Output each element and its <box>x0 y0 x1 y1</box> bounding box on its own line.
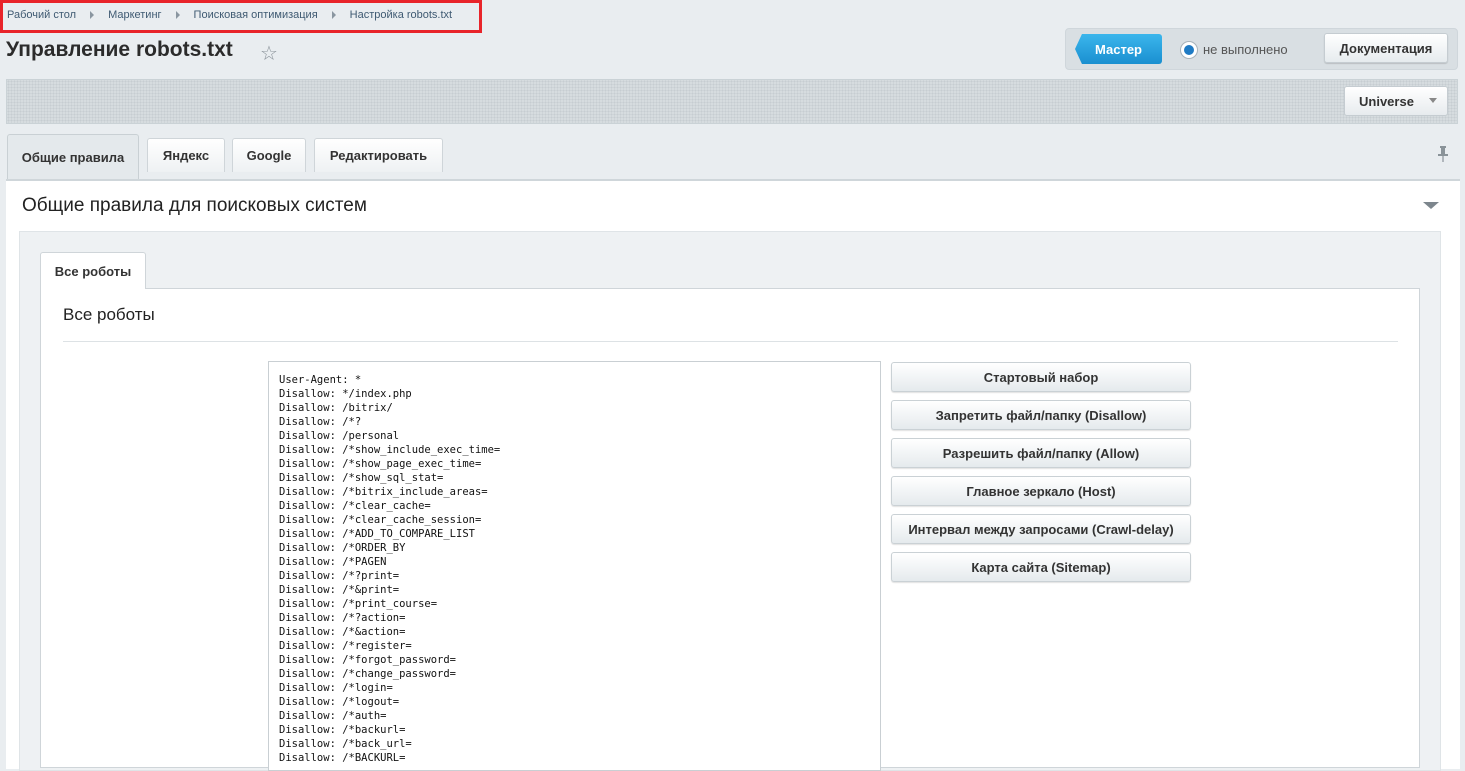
page-title: Управление robots.txt <box>6 38 233 61</box>
host-button[interactable]: Главное зеркало (Host) <box>891 476 1191 506</box>
divider <box>63 341 1398 342</box>
starter-set-button[interactable]: Стартовый набор <box>891 362 1191 392</box>
breadcrumb-arrow-icon <box>175 10 180 19</box>
robots-textarea[interactable]: User-Agent: * Disallow: */index.php Disa… <box>268 361 881 771</box>
favorite-star-icon[interactable]: ☆ <box>260 41 278 66</box>
breadcrumb-item-marketing[interactable]: Маркетинг <box>108 9 161 21</box>
breadcrumb-item-desktop[interactable]: Рабочий стол <box>7 9 76 21</box>
sitemap-button[interactable]: Карта сайта (Sitemap) <box>891 552 1191 582</box>
crawl-delay-button[interactable]: Интервал между запросами (Crawl-delay) <box>891 514 1191 544</box>
pin-icon[interactable] <box>1437 146 1449 162</box>
status-radio-icon <box>1180 41 1198 59</box>
chevron-down-icon <box>1429 98 1437 103</box>
all-robots-title: Все роботы <box>63 305 155 324</box>
disallow-button[interactable]: Запретить файл/папку (Disallow) <box>891 400 1191 430</box>
tab-edit[interactable]: Редактировать <box>314 138 443 172</box>
master-button[interactable]: Мастер <box>1075 34 1162 64</box>
toolbar <box>6 79 1458 124</box>
tab-all-robots[interactable]: Все роботы <box>40 252 146 289</box>
breadcrumb: Рабочий стол Маркетинг Поисковая оптимиз… <box>0 0 482 33</box>
breadcrumb-arrow-icon <box>90 10 95 19</box>
tab-general-rules[interactable]: Общие правила <box>7 134 139 180</box>
site-select[interactable]: Universe <box>1344 86 1448 116</box>
site-select-label: Universe <box>1359 93 1414 109</box>
allow-button[interactable]: Разрешить файл/папку (Allow) <box>891 438 1191 468</box>
wizard-status-text: не выполнено <box>1203 42 1288 57</box>
breadcrumb-item-seo[interactable]: Поисковая оптимизация <box>194 9 318 21</box>
tab-yandex[interactable]: Яндекс <box>147 138 225 172</box>
tab-google[interactable]: Google <box>232 138 306 172</box>
documentation-button[interactable]: Документация <box>1324 33 1448 63</box>
breadcrumb-item-robots-settings[interactable]: Настройка robots.txt <box>350 9 452 21</box>
collapse-icon[interactable] <box>1423 202 1439 209</box>
breadcrumb-arrow-icon <box>331 10 336 19</box>
section-title: Общие правила для поисковых систем <box>22 195 367 216</box>
